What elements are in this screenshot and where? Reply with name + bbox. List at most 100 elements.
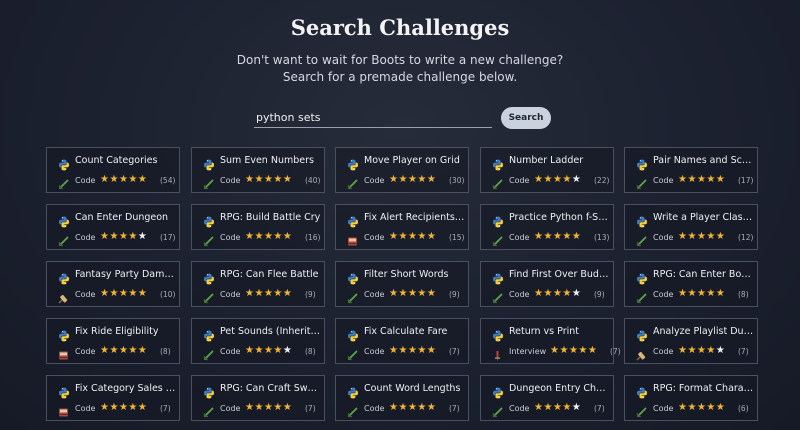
challenge-card[interactable]: Fix Category Sales Ag... Code ★★★★★ (7): [46, 375, 180, 421]
star-icon: ★: [407, 231, 418, 242]
python-icon: [58, 156, 70, 171]
challenge-card[interactable]: RPG: Can Craft Sword Code ★★★★★ (7): [191, 375, 325, 421]
star-rating: ★★★★★: [678, 174, 725, 185]
star-icon: ★: [109, 288, 119, 299]
challenge-card[interactable]: Count Word Lengths Code ★★★★★ (7): [335, 375, 469, 421]
python-icon: [492, 327, 504, 342]
rating-count: (17): [160, 233, 176, 242]
page-title: Search Challenges: [290, 15, 510, 40]
star-icon: ★: [398, 231, 408, 242]
challenge-card[interactable]: Fantasy Party Damage... Code ★★★★★ (10): [46, 261, 180, 307]
challenge-card[interactable]: Dungeon Entry Check Code ★★★★★ (7): [480, 375, 614, 421]
star-icon: ★: [128, 174, 138, 185]
star-icon: ★: [568, 345, 579, 356]
challenge-type: Code: [220, 176, 241, 185]
star-rating: ★★★★★: [100, 174, 147, 185]
sword-icon: [58, 175, 69, 190]
star-icon: ★: [571, 174, 582, 185]
sword-icon: [492, 403, 503, 418]
star-icon: ★: [109, 231, 119, 242]
challenge-card[interactable]: Can Enter Dungeon Code ★★★★★ (17): [46, 204, 180, 250]
challenge-type: Code: [75, 347, 96, 356]
sword-icon: [492, 289, 503, 304]
star-icon: ★: [128, 345, 138, 356]
star-icon: ★: [118, 174, 129, 185]
challenge-card[interactable]: Fix Ride Eligibility Code ★★★★★ (8): [46, 318, 180, 364]
python-icon: [203, 270, 215, 285]
star-icon: ★: [263, 288, 274, 299]
challenge-type: Code: [509, 176, 530, 185]
rating-count: (7): [160, 404, 171, 413]
python-icon: [636, 384, 648, 399]
challenge-card[interactable]: Analyze Playlist Durat... Code ★★★★★ (7): [624, 318, 758, 364]
challenge-card[interactable]: Find First Over Budget Code ★★★★★ (9): [480, 261, 614, 307]
challenge-type: Code: [653, 404, 674, 413]
star-icon: ★: [543, 174, 553, 185]
search-button[interactable]: Search: [501, 107, 551, 129]
challenge-title: RPG: Build Battle Cry: [220, 212, 321, 223]
star-icon: ★: [254, 174, 264, 185]
challenge-type: Code: [653, 290, 674, 299]
challenge-type: Code: [75, 233, 96, 242]
python-icon: [636, 213, 648, 228]
challenge-title: Find First Over Budget: [509, 269, 611, 280]
star-icon: ★: [426, 402, 437, 413]
challenge-card[interactable]: Pair Names and Scores Code ★★★★★ (17): [624, 147, 758, 193]
challenge-type: Code: [220, 290, 241, 299]
star-rating: ★★★★★: [678, 345, 725, 356]
challenge-card[interactable]: RPG: Can Flee Battle Code ★★★★★ (9): [191, 261, 325, 307]
challenge-title: Number Ladder: [509, 155, 584, 166]
challenge-card[interactable]: RPG: Format Characte... Code ★★★★★ (6): [624, 375, 758, 421]
sword-icon: [203, 232, 214, 247]
star-rating: ★★★★★: [389, 402, 436, 413]
sword-icon: [347, 403, 358, 418]
star-icon: ★: [273, 402, 283, 413]
challenge-card[interactable]: Sum Even Numbers Code ★★★★★ (40): [191, 147, 325, 193]
challenge-card[interactable]: Move Player on Grid Code ★★★★★ (30): [335, 147, 469, 193]
star-rating: ★★★★★: [389, 345, 436, 356]
star-icon: ★: [118, 345, 129, 356]
challenge-card[interactable]: RPG: Can Enter Boss ... Code ★★★★★ (8): [624, 261, 758, 307]
scroll-icon: [636, 346, 647, 361]
star-icon: ★: [128, 402, 138, 413]
rating-count: (17): [738, 176, 754, 185]
star-icon: ★: [562, 402, 572, 413]
challenge-title: Write a Player Class (...: [653, 212, 755, 223]
challenge-card[interactable]: Write a Player Class (... Code ★★★★★ (12): [624, 204, 758, 250]
sword-icon: [492, 232, 503, 247]
challenge-card[interactable]: Pet Sounds (Inheritan... Code ★★★★★ (8): [191, 318, 325, 364]
challenge-card[interactable]: Number Ladder Code ★★★★★ (22): [480, 147, 614, 193]
challenge-card[interactable]: RPG: Build Battle Cry Code ★★★★★ (16): [191, 204, 325, 250]
star-rating: ★★★★★: [245, 231, 292, 242]
challenge-card[interactable]: Fix Alert Recipients (S... Code ★★★★★ (15): [335, 204, 469, 250]
star-icon: ★: [263, 345, 274, 356]
star-icon: ★: [571, 402, 582, 413]
star-icon: ★: [398, 174, 408, 185]
challenge-type: Code: [364, 404, 385, 413]
rating-count: (8): [305, 347, 316, 356]
challenge-card[interactable]: Filter Short Words Code ★★★★★ (9): [335, 261, 469, 307]
star-icon: ★: [118, 402, 129, 413]
search-input[interactable]: [254, 107, 492, 128]
challenge-title: Count Categories: [75, 155, 158, 166]
star-icon: ★: [715, 174, 726, 185]
python-icon: [203, 156, 215, 171]
star-icon: ★: [571, 231, 582, 242]
challenge-title: Analyze Playlist Durat...: [653, 326, 755, 337]
challenge-card[interactable]: Practice Python f-Stri... Code ★★★★★ (13): [480, 204, 614, 250]
challenge-card[interactable]: Return vs Print Interview ★★★★★ (7): [480, 318, 621, 364]
rating-count: (7): [594, 404, 605, 413]
page-subtitle: Don't want to wait for Boots to write a …: [236, 53, 564, 67]
python-icon: [492, 270, 504, 285]
python-icon: [58, 270, 70, 285]
star-icon: ★: [687, 345, 697, 356]
challenge-title: Can Enter Dungeon: [75, 212, 169, 223]
challenge-card[interactable]: Count Categories Code ★★★★★ (54): [46, 147, 180, 193]
star-icon: ★: [118, 288, 129, 299]
challenge-card[interactable]: Fix Calculate Fare Code ★★★★★ (7): [335, 318, 469, 364]
sword-icon: [347, 289, 358, 304]
challenge-type: Code: [75, 404, 96, 413]
star-rating: ★★★★★: [389, 231, 436, 242]
star-icon: ★: [543, 288, 553, 299]
star-icon: ★: [426, 345, 437, 356]
